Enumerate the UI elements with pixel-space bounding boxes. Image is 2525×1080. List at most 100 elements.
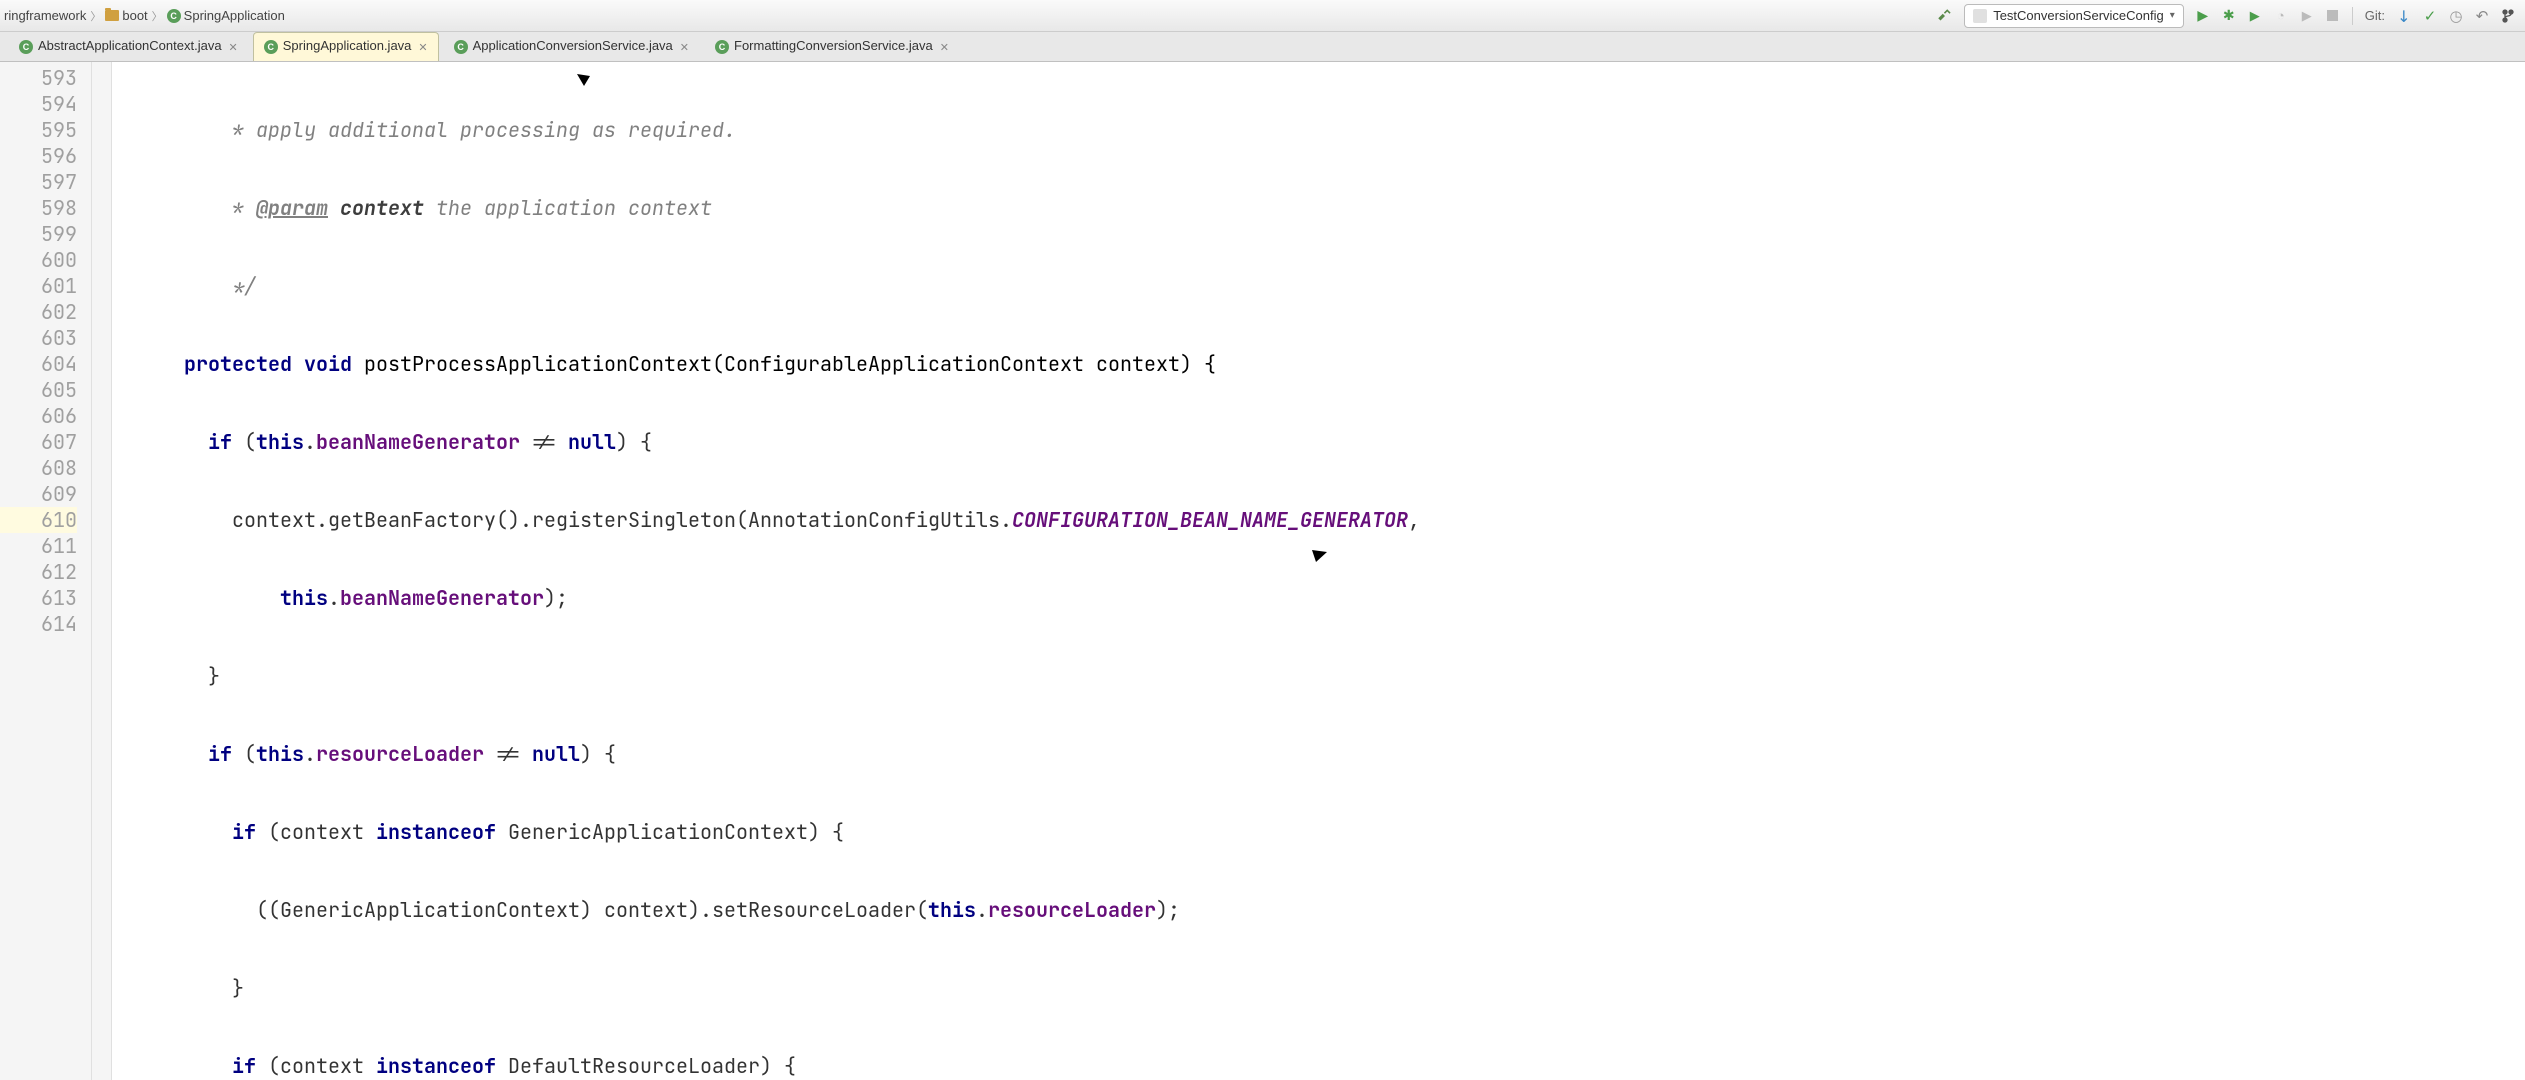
code-text: ( [232,741,256,767]
editor-tabs: C AbstractApplicationContext.java ✕ C Sp… [0,32,2525,62]
fold-gutter [92,62,112,1080]
run-button[interactable]: ▶ [2191,4,2215,28]
code-area[interactable]: * apply additional processing as require… [112,62,2525,1080]
vcs-branch-button[interactable] [2496,4,2520,28]
code-text: context [328,195,424,221]
build-button[interactable] [1933,4,1957,28]
close-icon[interactable]: ✕ [229,41,238,54]
code-text: @param [256,195,328,221]
code-text: postProcessApplicationContext [352,351,712,377]
code-text: this [256,741,304,767]
code-text: if [208,741,232,767]
code-text: if [232,1053,256,1079]
vcs-update-button[interactable]: ↙ [2392,4,2416,28]
clock-icon: ◷ [2449,7,2462,25]
config-icon [1973,9,1987,23]
code-text: (ConfigurableApplicationContext context)… [712,351,1216,377]
code-text: apply additional processing as required. [256,117,736,143]
code-text: . [304,741,316,767]
tab-label: FormattingConversionService.java [734,38,933,56]
file-tab[interactable]: C AbstractApplicationContext.java ✕ [8,32,249,61]
breadcrumb-item[interactable]: ringframework [4,8,86,23]
breadcrumb-item[interactable]: C SpringApplication [167,8,285,23]
tab-label: ApplicationConversionService.java [473,38,673,56]
code-text: . [328,585,340,611]
git-label: Git: [2365,8,2385,23]
code-text: ); [544,585,568,611]
breadcrumb-label: ringframework [4,8,86,23]
code-text: if [208,429,232,455]
hammer-icon [1936,7,1954,25]
file-tab[interactable]: C SpringApplication.java ✕ [253,32,439,61]
debug-button[interactable]: ✱ [2217,4,2241,28]
code-text: this [280,585,328,611]
toolbar-separator [2352,7,2353,25]
code-text: (context [256,1053,376,1079]
code-text: ); [1156,897,1180,923]
breadcrumb: ringframework 〉 boot 〉 C SpringApplicati… [4,8,285,24]
chevron-down-icon: ▾ [2170,10,2175,21]
bug-icon: ✱ [2223,7,2235,24]
code-editor[interactable]: 5935945955965975985996006016026036046056… [0,62,2525,1080]
arrow-down-icon: ↙ [2392,4,2416,28]
stop-icon [2327,10,2338,21]
code-text: ) { [616,429,652,455]
revert-icon: ↶ [2476,7,2489,25]
code-text: ((GenericApplicationContext) context).se… [256,897,928,923]
code-text: != [484,741,532,767]
code-text: this [928,897,976,923]
code-text: resourceLoader [316,741,484,767]
code-text: CONFIGURATION_BEAN_NAME_GENERATOR [1012,507,1408,533]
class-icon: C [19,40,33,54]
close-icon[interactable]: ✕ [940,41,949,54]
code-text: * [220,195,256,221]
profile-icon: ◔ [2277,8,2285,23]
check-icon: ✓ [2424,7,2437,25]
code-text: instanceof [376,1053,496,1079]
code-text: * [220,117,256,143]
chevron-right-icon: 〉 [90,8,101,24]
code-text: beanNameGenerator [340,585,544,611]
coverage-icon: ▶ [2250,8,2260,24]
code-text: } [208,663,220,689]
play-icon: ▶ [2197,7,2208,24]
run-config-selector[interactable]: TestConversionServiceConfig ▾ [1964,4,2184,28]
breadcrumb-item[interactable]: boot [105,8,147,23]
code-text: } [232,975,244,1001]
class-icon: C [167,9,181,23]
code-text: this [256,429,304,455]
class-icon: C [715,40,729,54]
vcs-commit-button[interactable]: ✓ [2418,4,2442,28]
code-text: . [304,429,316,455]
code-text: . [976,897,988,923]
close-icon[interactable]: ✕ [418,41,427,54]
code-text: protected void [184,351,352,377]
file-tab[interactable]: C FormattingConversionService.java ✕ [704,32,960,61]
code-text: beanNameGenerator [316,429,520,455]
breadcrumb-label: boot [122,8,147,23]
code-text: DefaultResourceLoader) { [496,1053,796,1079]
profile-button[interactable]: ◔ [2269,4,2293,28]
vcs-revert-button[interactable]: ↶ [2470,4,2494,28]
line-number-gutter: 5935945955965975985996006016026036046056… [0,62,92,1080]
code-text: instanceof [376,819,496,845]
code-text: , [1408,507,1420,533]
class-icon: C [454,40,468,54]
code-text: if [232,819,256,845]
code-text: null [568,429,616,455]
class-icon: C [264,40,278,54]
play-icon: ▶ [2302,8,2312,24]
tab-label: AbstractApplicationContext.java [38,38,222,56]
code-text: GenericApplicationContext) { [496,819,844,845]
tab-label: SpringApplication.java [283,38,412,56]
code-text: ( [232,429,256,455]
code-text: */ [220,273,256,299]
run-config-label: TestConversionServiceConfig [1993,8,2164,23]
vcs-history-button[interactable]: ◷ [2444,4,2468,28]
code-text: the application context [424,195,712,221]
close-icon[interactable]: ✕ [680,41,689,54]
file-tab[interactable]: C ApplicationConversionService.java ✕ [443,32,700,61]
run-dashboard-button[interactable]: ▶ [2295,4,2319,28]
coverage-button[interactable]: ▶ [2243,4,2267,28]
code-text: ) { [580,741,616,767]
